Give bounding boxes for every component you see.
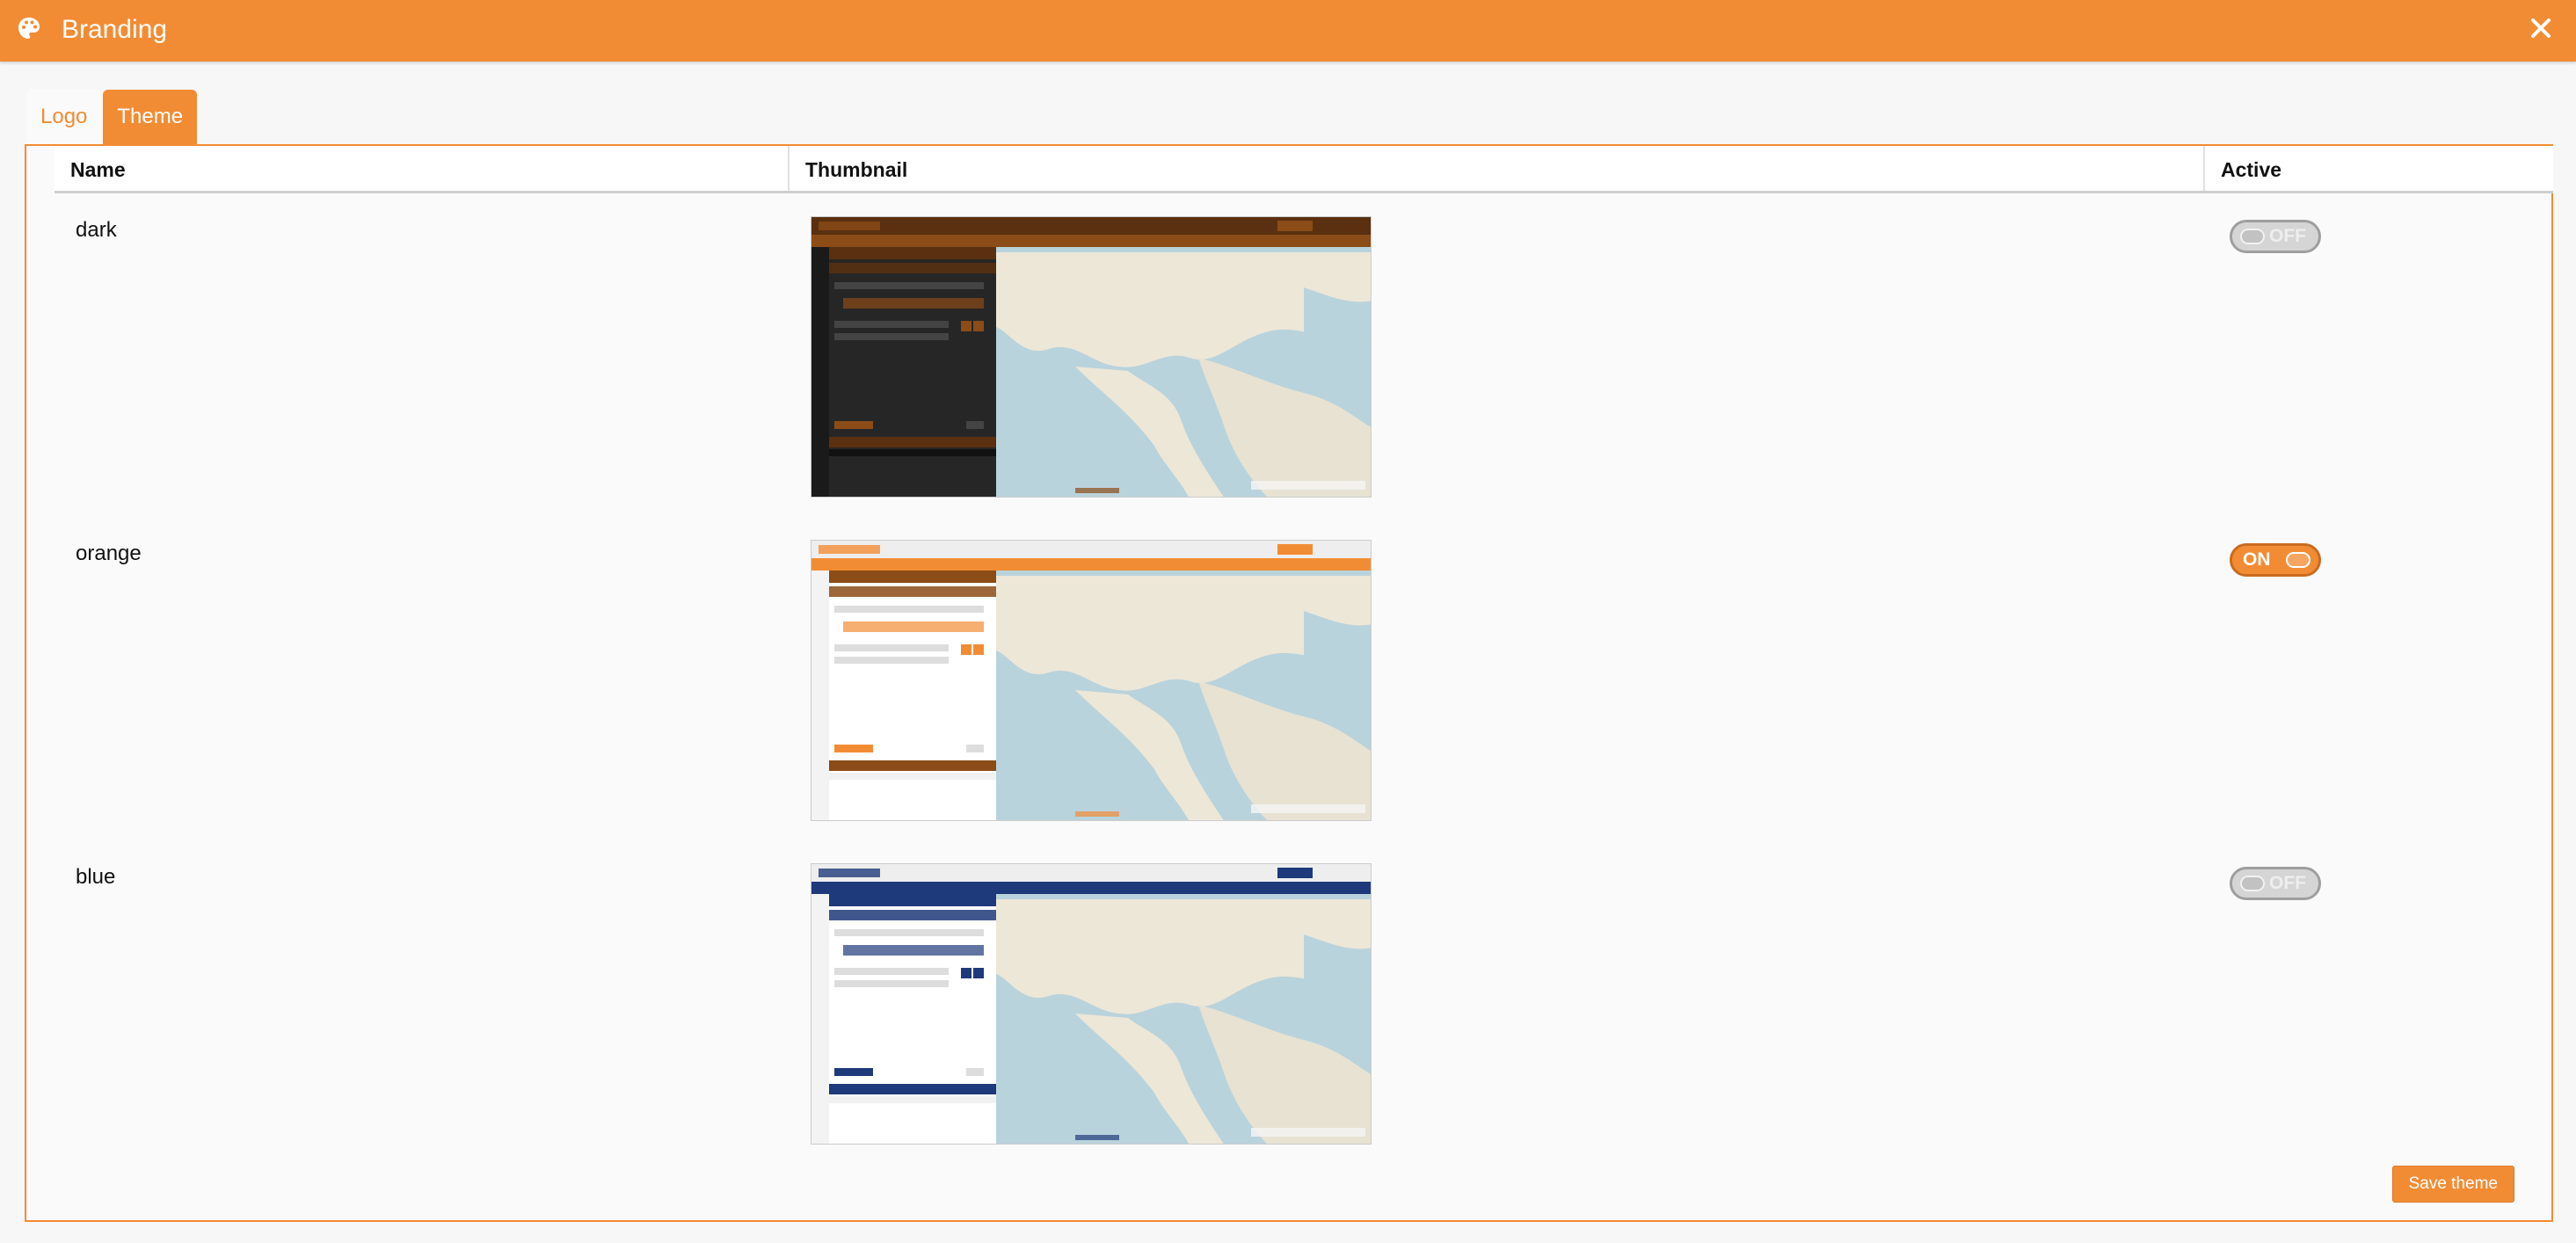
column-header-thumbnail: Thumbnail	[788, 146, 2203, 191]
active-toggle[interactable]: OFF	[2230, 220, 2321, 253]
theme-name: orange	[76, 542, 142, 565]
toggle-knob	[2240, 876, 2265, 891]
active-cell: OFF	[2203, 193, 2553, 517]
thumbnail-cell	[788, 193, 2203, 517]
dialog-header: Branding	[0, 0, 2576, 62]
save-theme-button[interactable]: Save theme	[2391, 1166, 2514, 1203]
thumbnail-image	[811, 864, 1371, 1144]
close-icon[interactable]	[2525, 12, 2557, 44]
thumbnail-cell	[788, 840, 2203, 1164]
column-header-name: Name	[70, 158, 126, 181]
palette-icon	[18, 17, 40, 40]
tab-theme[interactable]: Theme	[103, 90, 198, 144]
thumbnail-image	[811, 541, 1371, 820]
thumbnail-cell	[788, 517, 2203, 840]
toggle-label: ON	[2243, 549, 2271, 570]
toggle-label: OFF	[2269, 226, 2306, 246]
tab-bar: Logo Theme	[26, 90, 198, 144]
themes-table: Name Thumbnail Active dark OFF orange ON…	[55, 146, 2553, 1164]
dialog-title: Branding	[62, 15, 168, 44]
table-header: Name Thumbnail Active	[55, 146, 2553, 193]
active-cell: ON	[2203, 517, 2553, 840]
theme-thumbnail[interactable]	[811, 540, 1372, 821]
theme-name: dark	[76, 218, 117, 242]
column-header-active: Active	[2203, 146, 2553, 191]
table-row: dark OFF	[55, 193, 2553, 517]
table-row: orange ON	[55, 517, 2553, 840]
tab-logo[interactable]: Logo	[26, 90, 102, 144]
theme-thumbnail[interactable]	[811, 863, 1372, 1145]
toggle-knob	[2240, 229, 2265, 244]
active-toggle[interactable]: ON	[2230, 543, 2321, 577]
thumbnail-image	[811, 217, 1371, 497]
table-row: blue OFF	[55, 840, 2553, 1164]
theme-name: blue	[76, 865, 116, 889]
active-toggle[interactable]: OFF	[2230, 867, 2321, 900]
toggle-label: OFF	[2269, 873, 2306, 893]
toggle-knob	[2286, 552, 2310, 568]
active-cell: OFF	[2203, 840, 2553, 1164]
theme-panel: Name Thumbnail Active dark OFF orange ON…	[25, 144, 2553, 1222]
theme-thumbnail[interactable]	[811, 216, 1372, 498]
